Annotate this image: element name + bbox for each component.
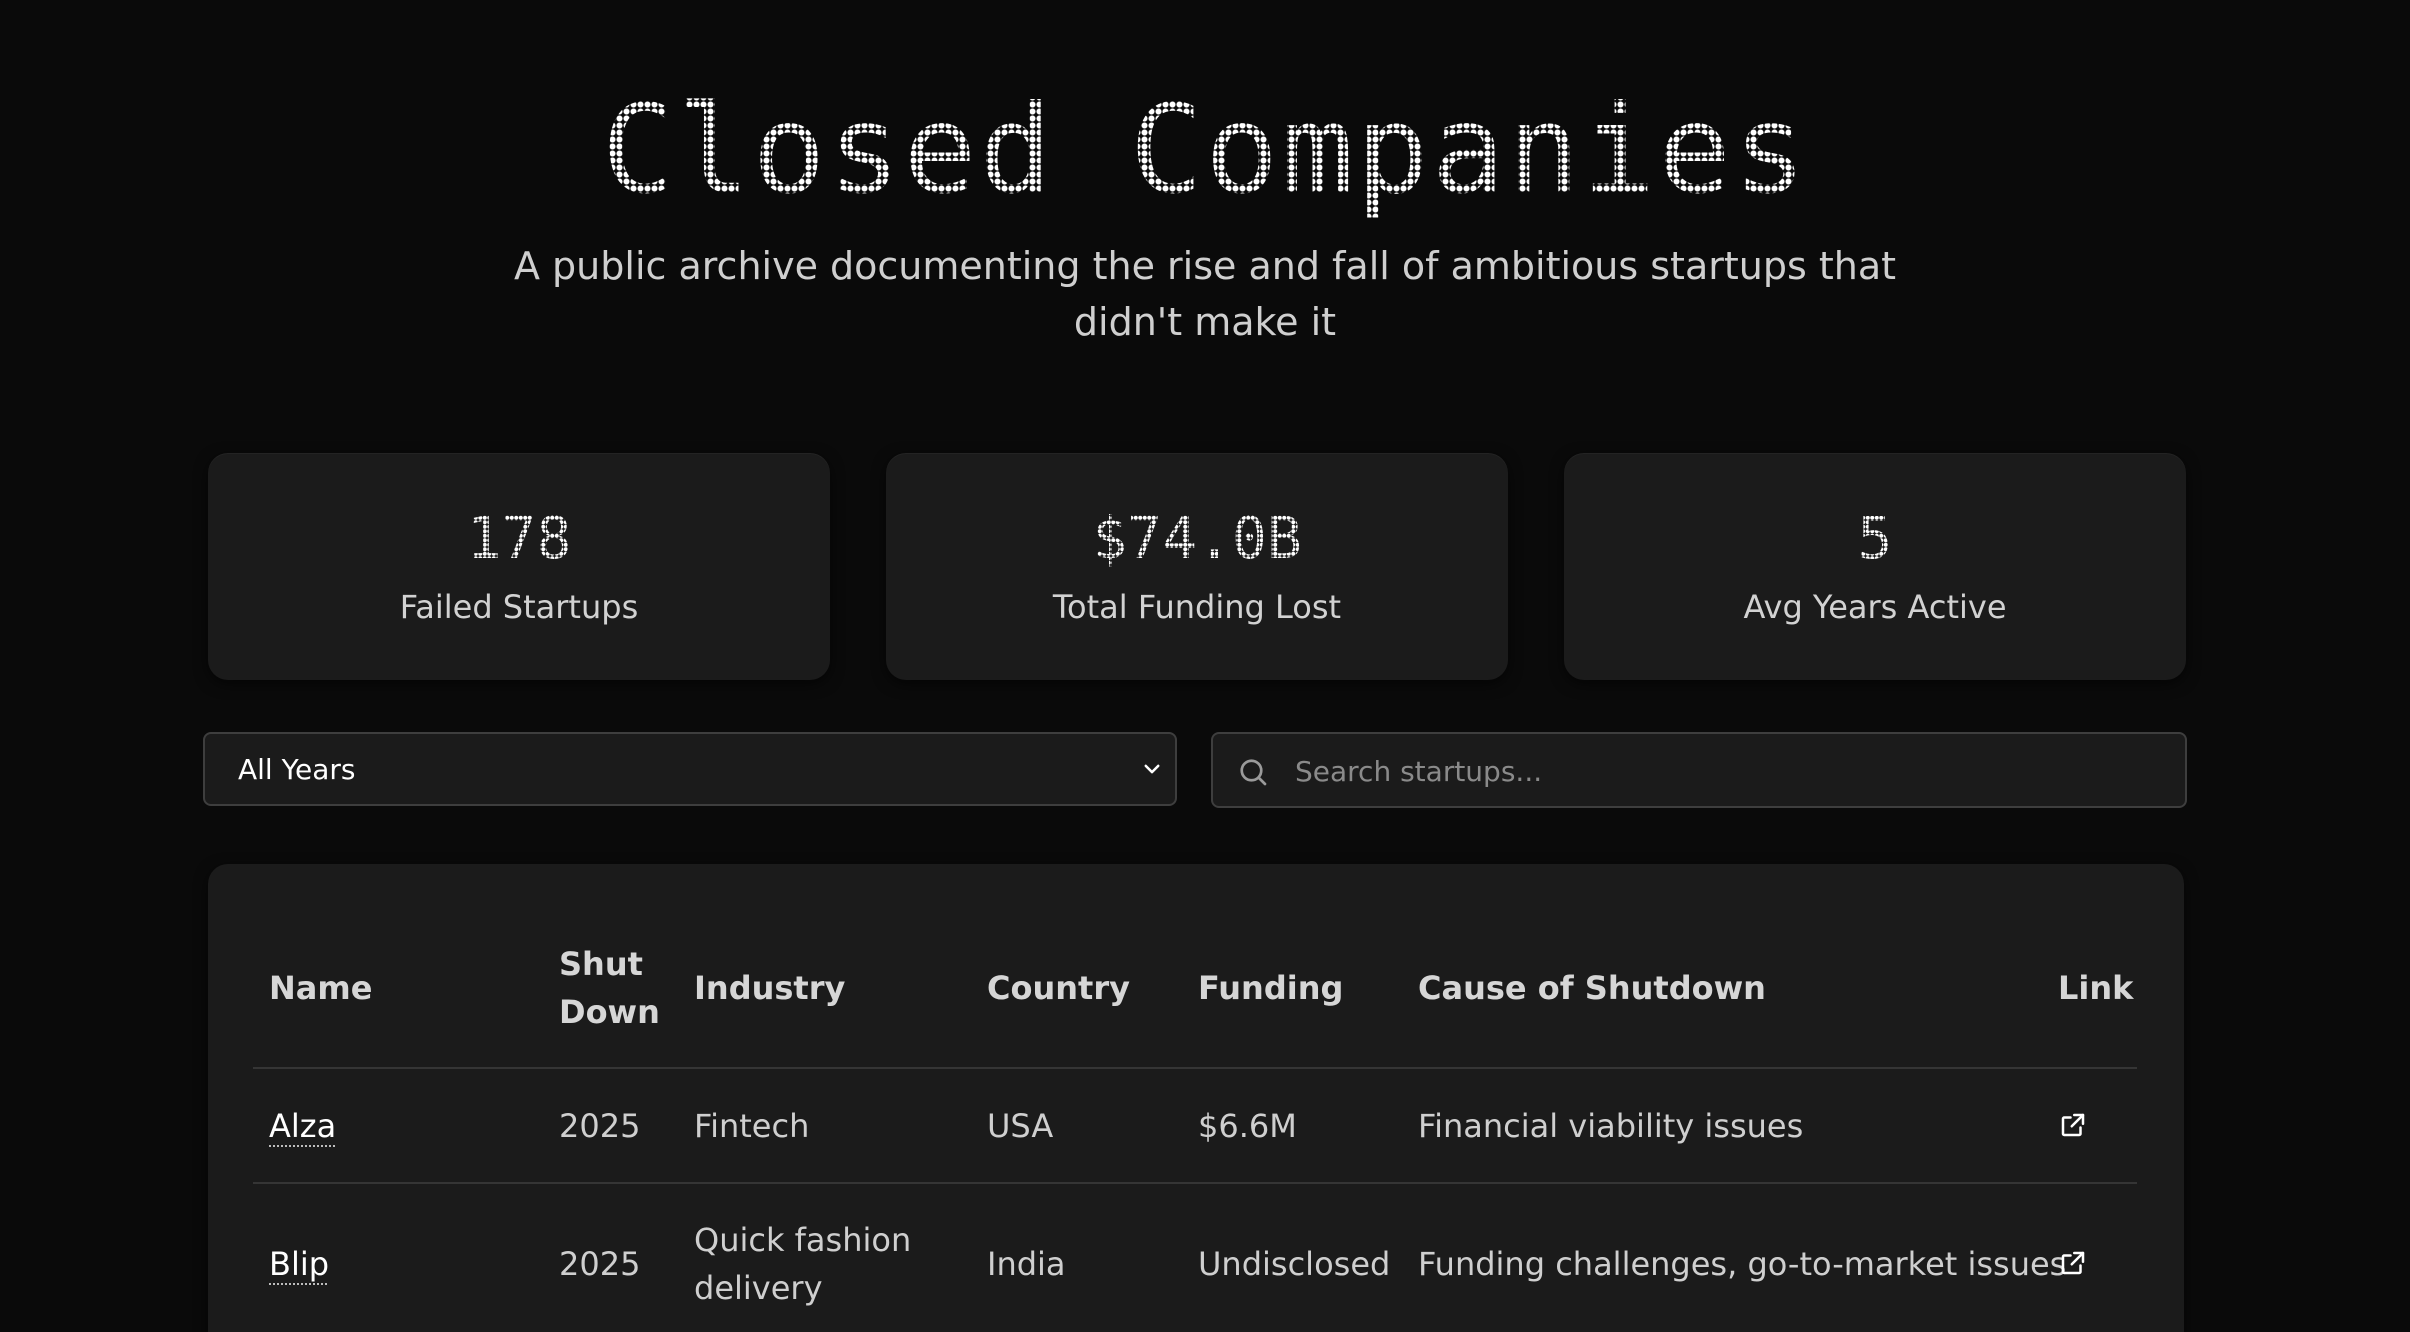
stat-label: Total Funding Lost (1052, 588, 1342, 626)
page: Closed Companies A public archive docume… (0, 0, 2410, 1332)
stat-value: 178 (208, 502, 830, 574)
table-divider (253, 1067, 2137, 1069)
chevron-down-icon (1144, 764, 1160, 774)
page-title: Closed Companies (0, 80, 2410, 220)
column-header-shut-down[interactable]: Shut Down (559, 940, 660, 1036)
year-select-value: All Years (238, 753, 356, 786)
stat-card-failed-startups: 178 Failed Startups (208, 453, 830, 680)
column-header-link: Link (2058, 969, 2134, 1007)
shut-down-year: 2025 (559, 1245, 641, 1283)
search-input[interactable] (1293, 746, 2167, 796)
year-select[interactable]: All Years (203, 732, 1177, 806)
country-cell: USA (987, 1107, 1054, 1145)
table-row-divider (253, 1182, 2137, 1184)
cause-cell: Funding challenges, go-to-market issues (1418, 1245, 2067, 1283)
page-subtitle: A public archive documenting the rise an… (513, 244, 1897, 344)
external-link-icon[interactable] (2058, 1110, 2088, 1140)
search-box[interactable] (1211, 732, 2187, 808)
stat-value: $74.0B (886, 502, 1508, 574)
external-link-icon[interactable] (2058, 1248, 2088, 1278)
country-cell: India (987, 1245, 1066, 1283)
stat-card-total-funding-lost: $74.0B Total Funding Lost (886, 453, 1508, 680)
search-icon (1240, 759, 1267, 786)
startup-name-link[interactable]: Alza (269, 1102, 336, 1150)
column-header-funding[interactable]: Funding (1198, 964, 1343, 1012)
column-header-name[interactable]: Name (269, 964, 372, 1012)
funding-cell: $6.6M (1198, 1107, 1297, 1145)
column-header-cause[interactable]: Cause of Shutdown (1418, 964, 1766, 1012)
industry-cell: Fintech (694, 1107, 810, 1145)
shut-down-year: 2025 (559, 1107, 641, 1145)
stat-value: 5 (1564, 502, 2186, 574)
stat-card-avg-years-active: 5 Avg Years Active (1564, 453, 2186, 680)
column-header-country[interactable]: Country (987, 964, 1130, 1012)
stat-label: Avg Years Active (1743, 588, 2007, 626)
stat-label: Failed Startups (399, 588, 639, 626)
industry-cell: Quick fashion delivery (694, 1221, 912, 1307)
funding-cell: Undisclosed (1198, 1245, 1391, 1283)
cause-cell: Financial viability issues (1418, 1107, 1804, 1145)
column-header-industry[interactable]: Industry (694, 964, 845, 1012)
startup-name-link[interactable]: Blip (269, 1240, 329, 1288)
